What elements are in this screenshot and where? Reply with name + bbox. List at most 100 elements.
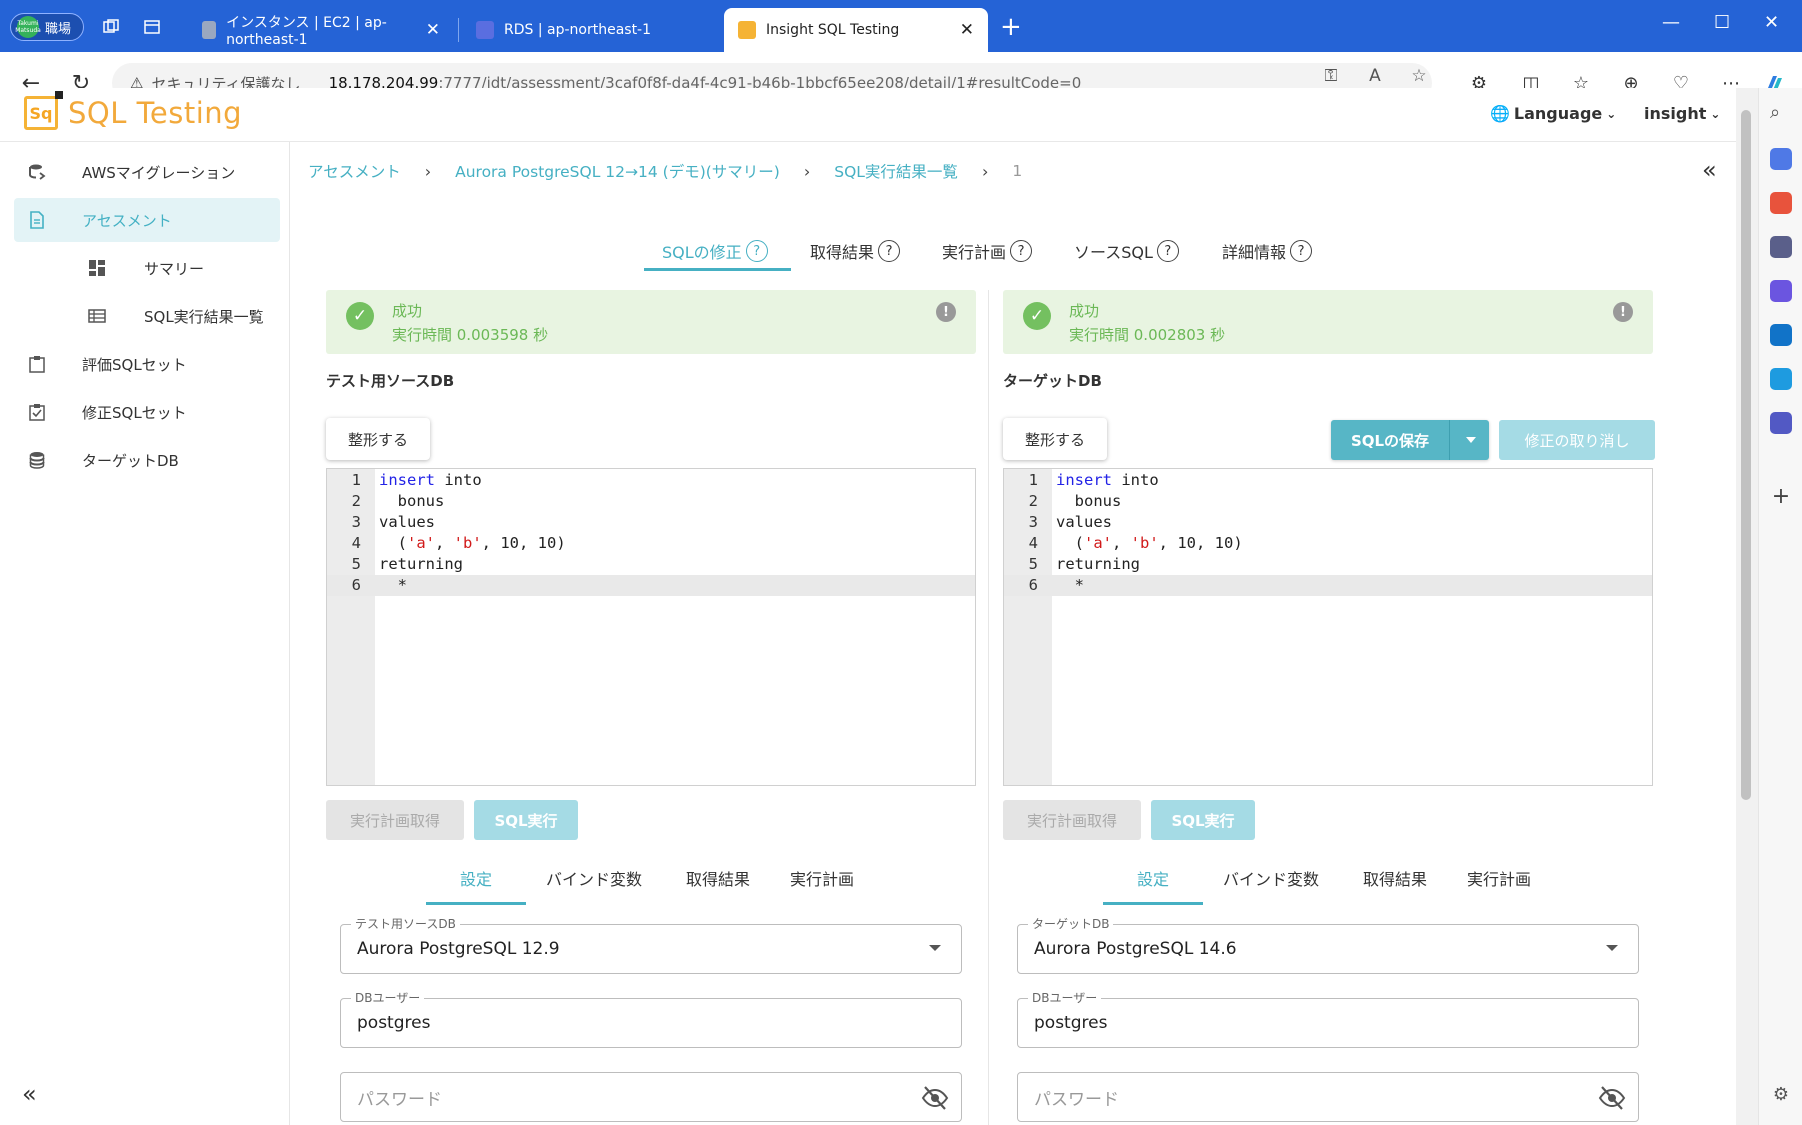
user-menu[interactable]: insight ⌄: [1644, 104, 1720, 123]
tab-insight-sql-testing[interactable]: Insight SQL Testing ✕: [724, 8, 988, 52]
code-line: 2 bonus: [351, 492, 445, 510]
get-plan-button[interactable]: 実行計画取得: [1003, 800, 1141, 840]
format-button[interactable]: 整形する: [326, 418, 430, 460]
language-menu[interactable]: 🌐 Language ⌄: [1490, 104, 1616, 123]
nav-target-db[interactable]: ターゲットDB: [14, 438, 280, 482]
games-icon[interactable]: [1770, 236, 1792, 258]
tab-fetch-result[interactable]: 取得結果 ?: [810, 228, 901, 274]
tab-details[interactable]: 詳細情報 ?: [1222, 228, 1313, 274]
dropdown-arrow-icon[interactable]: [1466, 437, 1476, 443]
info-icon[interactable]: !: [1613, 302, 1633, 322]
subtab-settings[interactable]: 設定: [1137, 858, 1169, 898]
nav-fix-sql-set[interactable]: 修正SQLセット: [14, 390, 280, 434]
nav-eval-sql-set[interactable]: 評価SQLセット: [14, 342, 280, 386]
help-icon[interactable]: ?: [1156, 240, 1179, 262]
tab-ec2[interactable]: インスタンス | EC2 | ap-northeast-1 ✕: [188, 8, 454, 52]
globe-icon: 🌐: [1490, 104, 1510, 123]
nav-aws-migration[interactable]: AWSマイグレーション: [14, 150, 280, 194]
subtab-exec-plan[interactable]: 実行計画: [790, 858, 854, 898]
get-plan-button[interactable]: 実行計画取得: [326, 800, 464, 840]
save-sql-label[interactable]: SQLの保存: [1331, 420, 1450, 460]
run-sql-button[interactable]: SQL実行: [1151, 800, 1255, 840]
collapse-sidebar-icon[interactable]: «: [22, 1080, 37, 1108]
subtab-bind-vars[interactable]: バインド変数: [1223, 858, 1319, 898]
subtab-fetch-result[interactable]: 取得結果: [686, 858, 750, 898]
field-value: Aurora PostgreSQL 12.9: [357, 939, 560, 959]
tab-rds[interactable]: RDS | ap-northeast-1: [462, 8, 722, 52]
success-banner: ✓ 成功 実行時間 0.002803 秒 !: [1003, 290, 1653, 354]
code-text: ('a', 'b', 10, 10): [1056, 534, 1243, 552]
subtab-fetch-result[interactable]: 取得結果: [1363, 858, 1427, 898]
subtab-indicator: [1103, 902, 1203, 905]
document-icon: [26, 209, 48, 231]
add-sidebar-icon[interactable]: +: [1770, 484, 1792, 509]
field-label: DBユーザー: [351, 989, 425, 1006]
db-select[interactable]: ターゲットDB Aurora PostgreSQL 14.6: [1017, 915, 1639, 974]
breadcrumb-assessment-summary[interactable]: Aurora PostgreSQL 12→14 (デモ)(サマリー): [455, 160, 780, 182]
help-icon[interactable]: ?: [878, 240, 901, 262]
help-icon[interactable]: ?: [1010, 240, 1033, 262]
shopping-tag-icon[interactable]: [1770, 148, 1792, 170]
subtab-indicator: [426, 902, 526, 905]
code-line: 1 insert into: [351, 471, 482, 489]
code-text: ('a', 'b', 10, 10): [379, 534, 566, 552]
read-aloud-icon[interactable]: A: [1362, 63, 1388, 89]
password-field[interactable]: パスワード: [1017, 1072, 1639, 1122]
new-tab-icon[interactable]: +: [1000, 14, 1022, 40]
close-tab-icon[interactable]: ✕: [960, 20, 974, 40]
db-user-field[interactable]: DBユーザー postgres: [1017, 989, 1639, 1048]
password-field[interactable]: パスワード: [340, 1072, 962, 1122]
check-circle-icon: ✓: [1023, 302, 1051, 330]
db-select[interactable]: テスト用ソースDB Aurora PostgreSQL 12.9: [340, 915, 962, 974]
subtab-bind-vars[interactable]: バインド変数: [546, 858, 642, 898]
visibility-off-icon[interactable]: [1598, 1085, 1626, 1111]
outlook-icon[interactable]: [1770, 324, 1792, 346]
visibility-off-icon[interactable]: [921, 1085, 949, 1111]
revert-fix-button[interactable]: 修正の取り消し: [1499, 420, 1655, 460]
clipboard-icon: [26, 353, 48, 375]
nav-assessment[interactable]: アセスメント: [14, 198, 280, 242]
db-user-field[interactable]: DBユーザー postgres: [340, 989, 962, 1048]
nav-sql-results[interactable]: SQL実行結果一覧: [14, 294, 280, 338]
search-icon[interactable]: ⌕: [1770, 102, 1792, 124]
close-tab-icon[interactable]: ✕: [426, 20, 440, 40]
tools-icon[interactable]: [1770, 192, 1792, 214]
scrollbar-thumb[interactable]: [1741, 110, 1751, 800]
breadcrumb-assessment[interactable]: アセスメント: [308, 160, 401, 182]
clipboard-check-icon: [26, 401, 48, 423]
save-sql-button[interactable]: SQLの保存: [1331, 420, 1489, 460]
run-sql-button[interactable]: SQL実行: [474, 800, 578, 840]
profile-button[interactable]: Takumi Matsuda 職場: [10, 13, 84, 41]
nav-summary[interactable]: サマリー: [14, 246, 280, 290]
help-icon[interactable]: ?: [1290, 240, 1313, 262]
collapse-right-panel-icon[interactable]: «: [1702, 156, 1717, 184]
key-icon[interactable]: ⚿: [1318, 63, 1344, 89]
send-icon[interactable]: [1770, 368, 1792, 390]
help-icon[interactable]: ?: [745, 240, 768, 262]
info-icon[interactable]: !: [936, 302, 956, 322]
minimize-icon[interactable]: —: [1662, 12, 1680, 33]
sql-editor[interactable]: 1 insert into 2 bonus 3 values 4 ('a', 'b'…: [326, 468, 976, 786]
database-icon: [26, 449, 48, 471]
code-text: values: [1056, 513, 1112, 531]
tab-exec-plan[interactable]: 実行計画 ?: [942, 228, 1033, 274]
sql-editor[interactable]: 1 insert into 2 bonus 3 values 4 ('a', 'b'…: [1003, 468, 1653, 786]
code-text: bonus: [379, 492, 445, 510]
favorite-star-icon[interactable]: ☆: [1406, 63, 1432, 89]
subtab-exec-plan[interactable]: 実行計画: [1467, 858, 1531, 898]
teams-icon[interactable]: [1770, 412, 1792, 434]
nav-label: アセスメント: [82, 211, 172, 230]
close-window-icon[interactable]: ✕: [1764, 12, 1779, 33]
tab-source-sql[interactable]: ソースSQL ?: [1074, 228, 1179, 274]
workspaces-icon[interactable]: [98, 14, 124, 40]
tab-actions-icon[interactable]: [139, 14, 165, 40]
microsoft365-icon[interactable]: [1770, 280, 1792, 302]
breadcrumb-sql-results[interactable]: SQL実行結果一覧: [834, 160, 958, 182]
settings-gear-icon[interactable]: ⚙: [1770, 1084, 1792, 1106]
subtab-settings[interactable]: 設定: [460, 858, 492, 898]
logo-text: SQL Testing: [68, 96, 243, 130]
app-logo[interactable]: Sq SQL Testing: [24, 91, 243, 130]
format-button[interactable]: 整形する: [1003, 418, 1107, 460]
maximize-icon[interactable]: ☐: [1714, 12, 1730, 33]
tab-separator: [458, 18, 459, 42]
